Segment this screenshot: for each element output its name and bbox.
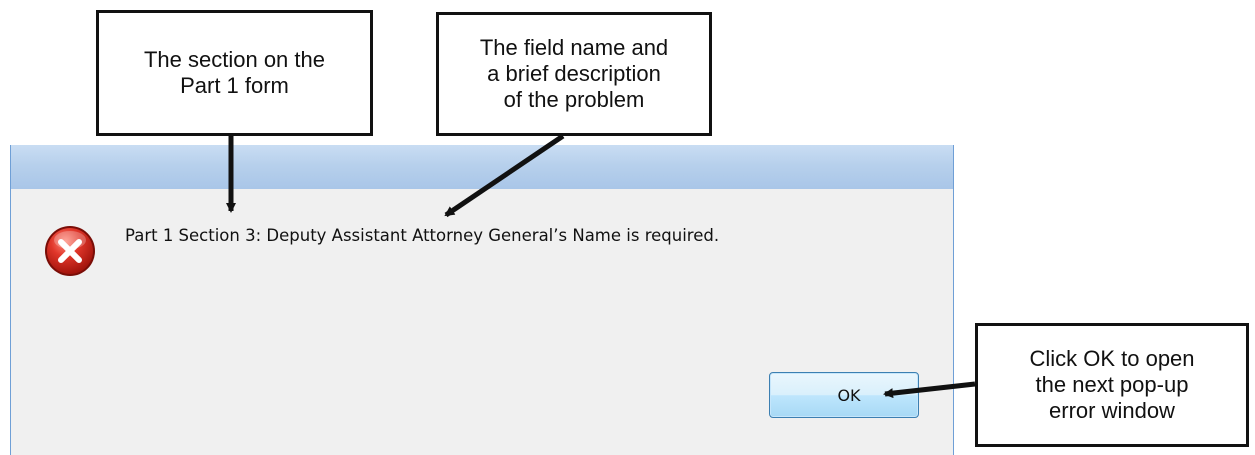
callout-ok: Click OK to open the next pop-up error w… — [975, 323, 1249, 447]
callout-field-line-3: of the problem — [503, 87, 645, 112]
error-dialog: Part 1 Section 3: Deputy Assistant Attor… — [10, 145, 954, 455]
callout-ok-line-1: Click OK to open — [1029, 346, 1195, 371]
callout-field: The field name and a brief description o… — [436, 12, 712, 136]
callout-ok-line-3: error window — [1049, 398, 1175, 423]
callout-section-line-2: Part 1 form — [180, 73, 289, 98]
callout-field-line-1: The field name and — [479, 35, 669, 60]
ok-button[interactable]: OK — [769, 372, 919, 418]
error-icon — [45, 226, 95, 276]
callout-ok-line-2: the next pop-up — [1035, 372, 1189, 397]
callout-field-line-2: a brief description — [487, 61, 661, 86]
dialog-titlebar[interactable] — [11, 145, 953, 189]
error-message: Part 1 Section 3: Deputy Assistant Attor… — [125, 226, 720, 245]
callout-section: The section on the Part 1 form — [96, 10, 373, 136]
callout-section-line-1: The section on the — [143, 47, 325, 72]
